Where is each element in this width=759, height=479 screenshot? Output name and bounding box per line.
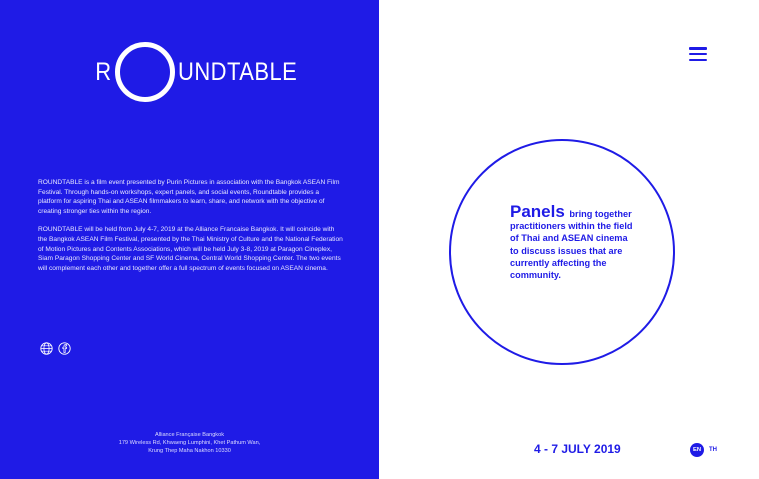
- facebook-icon[interactable]: [57, 341, 71, 355]
- about-description: ROUNDTABLE is a film event presented by …: [38, 178, 343, 282]
- event-dates: 4 - 7 JULY 2019: [534, 442, 621, 456]
- about-paragraph-2: ROUNDTABLE will be held from July 4-7, 2…: [38, 226, 343, 272]
- logo-text: UNDTABLE: [177, 57, 297, 86]
- logo-ring: [114, 42, 175, 102]
- panels-description: bring together practitioners within the …: [510, 209, 633, 281]
- left-info-panel: R UNDTABLE ROUNDTABLE is a film event pr…: [0, 0, 379, 479]
- menu-bar: [689, 47, 707, 50]
- roundtable-logo[interactable]: R UNDTABLE: [93, 40, 313, 104]
- venue-address: Alliance Française Bangkok 179 Wireless …: [0, 431, 379, 456]
- social-links: [39, 341, 71, 355]
- menu-bar: [689, 52, 707, 56]
- panels-feature-text: Panels bring together practitioners with…: [510, 203, 635, 281]
- logo-letter-r: R: [95, 57, 112, 86]
- language-switcher: EN TH: [690, 443, 717, 457]
- address-line-2: 179 Wireless Rd, Khwaeng Lumphini, Khet …: [118, 440, 261, 447]
- about-paragraph-1: ROUNDTABLE is a film event presented by …: [38, 179, 340, 215]
- menu-bar: [689, 58, 707, 61]
- address-line-1: Alliance Française Bangkok: [154, 432, 225, 438]
- globe-icon[interactable]: [39, 341, 53, 355]
- right-content-panel: Panels bring together practitioners with…: [379, 0, 759, 479]
- language-en-button[interactable]: EN: [690, 443, 704, 457]
- address-line-3: Krung Thep Maha Nakhon 10330: [148, 448, 231, 455]
- panels-title: Panels: [510, 202, 565, 221]
- language-th-button[interactable]: TH: [709, 447, 717, 453]
- hamburger-menu-icon[interactable]: [689, 47, 707, 61]
